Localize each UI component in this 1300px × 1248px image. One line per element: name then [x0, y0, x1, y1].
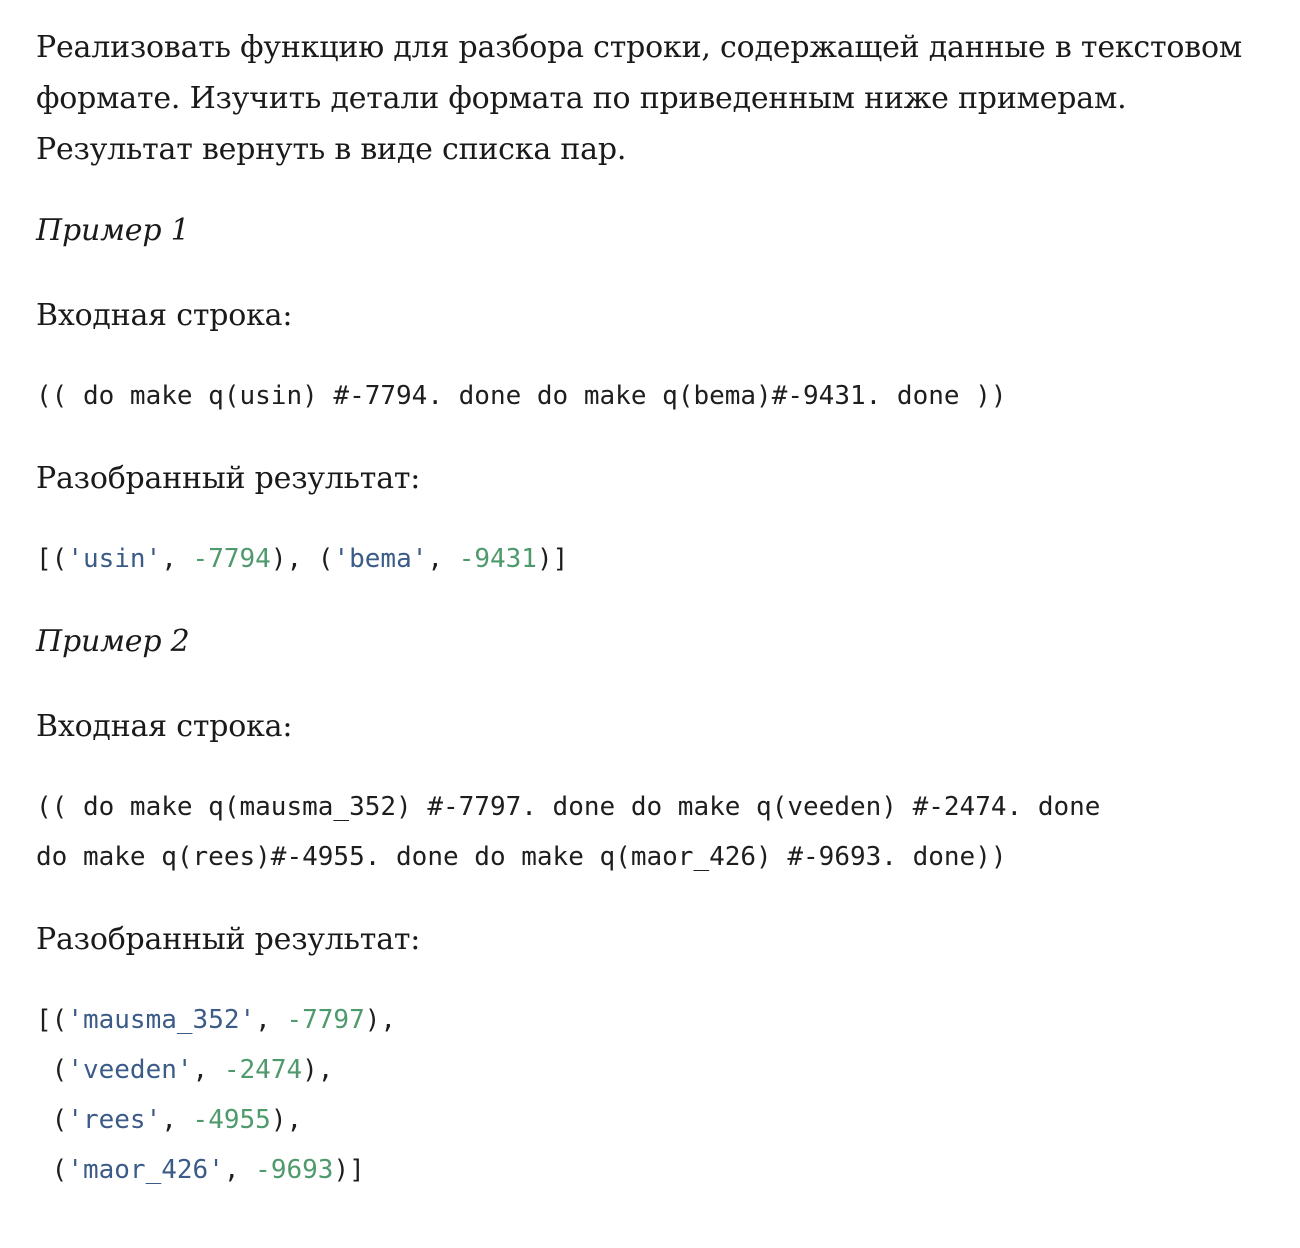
intro-line: Реализовать функцию для разбора строки, …	[36, 30, 1242, 65]
code-line: (( do make q(usin) #-7794. done do make …	[36, 381, 1007, 411]
pair-key: 'bema'	[333, 544, 428, 574]
open-bracket: (	[36, 1055, 68, 1085]
open-bracket: [(	[36, 544, 68, 574]
pair-key: 'veeden'	[67, 1055, 193, 1085]
open-bracket: [(	[36, 1005, 68, 1035]
pair-key: 'maor_426'	[67, 1155, 224, 1185]
example-title: Пример 1	[36, 213, 190, 248]
pair-value: -9431	[458, 544, 537, 574]
result-line: [('usin', -7794), ('bema', -9431)]	[36, 534, 1264, 584]
pair-key: 'rees'	[67, 1105, 162, 1135]
pair-separator: ,	[161, 1105, 193, 1135]
open-bracket: (	[36, 1155, 68, 1185]
pair-key: 'mausma_352'	[67, 1005, 256, 1035]
open-bracket: (	[317, 544, 334, 574]
close-bracket: ),	[364, 1005, 397, 1035]
close-bracket: ),	[302, 1055, 334, 1085]
result-line: ('veeden', -2474),	[36, 1045, 1264, 1095]
pair-value: -7794	[192, 544, 271, 574]
intro-line: формате. Изучить детали формата по приве…	[36, 81, 1127, 116]
example-2: Пример 2 Входная строка: (( do make q(ma…	[36, 616, 1264, 1195]
pair-separator: ,	[161, 544, 193, 574]
result-label: Разобранный результат:	[36, 922, 421, 957]
result-line: ('maor_426', -9693)]	[36, 1145, 1264, 1195]
document: Реализовать функцию для разбора строки, …	[0, 0, 1300, 1195]
input-code: (( do make q(mausma_352) #-7797. done do…	[36, 782, 1264, 882]
pair-separator: ,	[255, 1005, 287, 1035]
result-code: [('usin', -7794), ('bema', -9431)]	[36, 534, 1264, 584]
code-line: (( do make q(mausma_352) #-7797. done do…	[36, 792, 1101, 822]
code-line: do make q(rees)#-4955. done do make q(ma…	[36, 842, 1007, 872]
result-line: ('rees', -4955),	[36, 1095, 1264, 1145]
open-bracket: (	[36, 1105, 68, 1135]
pair-value: -9693	[255, 1155, 334, 1185]
close-bracket: ),	[270, 1105, 303, 1135]
pair-value: -2474	[223, 1055, 303, 1085]
intro-line: Результат вернуть в виде списка пар.	[36, 132, 627, 167]
example-title: Пример 2	[36, 624, 190, 659]
input-label: Входная строка:	[36, 298, 293, 333]
result-code: [('mausma_352', -7797), ('veeden', -2474…	[36, 995, 1264, 1195]
close-bracket: )]	[333, 1155, 365, 1185]
example-1: Пример 1 Входная строка: (( do make q(us…	[36, 205, 1264, 584]
pair-separator: ,	[427, 544, 459, 574]
input-code: (( do make q(usin) #-7794. done do make …	[36, 371, 1264, 421]
close-bracket: )]	[536, 544, 569, 574]
pair-value: -4955	[192, 1105, 271, 1135]
pair-key: 'usin'	[67, 544, 162, 574]
close-bracket: ),	[270, 544, 318, 574]
intro-paragraph: Реализовать функцию для разбора строки, …	[36, 22, 1264, 175]
result-label: Разобранный результат:	[36, 461, 421, 496]
pair-value: -7797	[286, 1005, 365, 1035]
pair-separator: ,	[192, 1055, 224, 1085]
result-line: [('mausma_352', -7797),	[36, 995, 1264, 1045]
input-label: Входная строка:	[36, 709, 293, 744]
pair-separator: ,	[223, 1155, 256, 1185]
